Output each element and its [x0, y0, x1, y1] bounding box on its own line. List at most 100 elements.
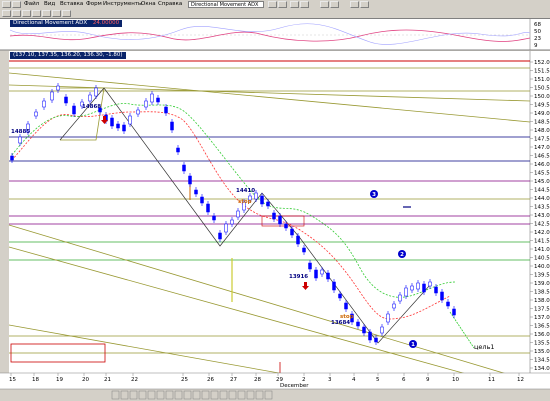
date-tick-label: 21 [104, 377, 111, 383]
price-tick-label: 143.0 [534, 213, 550, 219]
candle-body [156, 97, 160, 103]
toolbar-button-icon[interactable] [138, 390, 147, 400]
candle-body [64, 96, 68, 104]
annotation-label: 13684 [331, 320, 350, 326]
wave-number: 2 [400, 252, 404, 258]
indicator-value: 24.00000 [92, 20, 120, 26]
toolbar-button-icon[interactable] [255, 390, 264, 400]
candle-body [410, 285, 414, 291]
candle-body [356, 321, 360, 327]
toolbar-button-icon[interactable] [237, 390, 246, 400]
candle-body [128, 115, 132, 125]
price-tick-label: 134.0 [534, 366, 550, 372]
indicator-scale-1: 50 [534, 29, 541, 35]
price-tick-label: 137.0 [534, 315, 550, 321]
price-tick-label: 140.5 [534, 256, 550, 262]
candle-body [428, 281, 432, 287]
candle-body [296, 235, 300, 245]
candle-body [368, 331, 372, 341]
date-tick-label: 25 [181, 377, 188, 383]
indicator-scale-2: 23 [534, 36, 541, 42]
price-tick-label: 136.5 [534, 324, 550, 330]
toolbar-button-icon[interactable] [228, 390, 237, 400]
candle-body [278, 215, 282, 225]
date-tick-label: 3 [328, 377, 332, 383]
candle-body [170, 121, 174, 131]
candle-body [386, 313, 390, 323]
candle-body [176, 147, 180, 153]
price-tick-label: 135.0 [534, 349, 550, 355]
annotation-label: 14868 [82, 104, 101, 110]
date-tick-label: 28 [254, 377, 261, 383]
candle-body [272, 212, 276, 220]
candle-body [374, 337, 378, 343]
price-tick-label: 146.0 [534, 162, 550, 168]
date-tick-label: 12 [517, 377, 524, 383]
annotation-label: 14410 [236, 188, 255, 194]
candle-body [326, 272, 330, 280]
wave-number: 1 [411, 342, 415, 348]
date-tick-label: 6 [402, 377, 406, 383]
candle-body [362, 326, 366, 334]
candle-body [72, 105, 76, 115]
candle-body [200, 196, 204, 204]
toolbar-button-icon[interactable] [147, 390, 156, 400]
toolbar-button-icon[interactable] [165, 390, 174, 400]
candle-body [212, 215, 216, 221]
toolbar-button-icon[interactable] [264, 390, 273, 400]
indicator-scale-3: 9 [534, 43, 538, 49]
toolbar-button-icon[interactable] [129, 390, 138, 400]
annotation-label: stop [238, 199, 252, 205]
price-tick-label: 150.5 [534, 86, 550, 92]
toolbar-button-icon[interactable] [219, 390, 228, 400]
date-tick-label: 5 [376, 377, 380, 383]
candle-body [182, 164, 186, 172]
candle-body [314, 269, 318, 279]
candle-body [392, 303, 396, 309]
annotation-label: stop [340, 314, 354, 320]
date-tick-label: 19 [56, 377, 63, 383]
price-tick-label: 146.5 [534, 154, 550, 160]
price-tick-label: 142.5 [534, 222, 550, 228]
toolbar-button-icon[interactable] [156, 390, 165, 400]
bottom-toolbar [0, 389, 550, 401]
toolbar-button-icon[interactable] [111, 390, 120, 400]
candle-body [302, 247, 306, 253]
date-tick-label: 27 [230, 377, 237, 383]
price-tick-label: 138.5 [534, 290, 550, 296]
toolbar-button-icon[interactable] [192, 390, 201, 400]
date-tick-label: 18 [32, 377, 39, 383]
candle-body [308, 262, 312, 270]
candle-body [446, 301, 450, 307]
candle-body [416, 282, 420, 290]
indicator-panel-title: Directional Movement ADX 24.00000 [10, 20, 123, 27]
price-tick-label: 149.0 [534, 111, 550, 117]
toolbar-button-icon[interactable] [120, 390, 129, 400]
price-tick-label: 147.0 [534, 145, 550, 151]
candle-body [236, 210, 240, 218]
price-panel-title: (137.10, 137.35, 136.20, 136.30, -1.80) [10, 52, 126, 59]
toolbar-button-icon[interactable] [183, 390, 192, 400]
price-tick-label: 134.5 [534, 358, 550, 364]
indicator-scale-0: 68 [534, 22, 541, 28]
price-header: (137.10, 137.35, 136.20, 136.30, -1.80) [13, 52, 123, 58]
price-tick-label: 144.0 [534, 196, 550, 202]
toolbar-button-icon[interactable] [246, 390, 255, 400]
candle-body [266, 201, 270, 207]
annotation-label: 13916 [289, 274, 308, 280]
price-tick-label: 138.0 [534, 298, 550, 304]
candle-body [422, 283, 426, 293]
candle-body [88, 94, 92, 102]
price-tick-label: 144.5 [534, 188, 550, 194]
date-tick-label: 9 [426, 377, 430, 383]
toolbar-button-icon[interactable] [201, 390, 210, 400]
candle-body [260, 195, 264, 205]
price-tick-label: 150.0 [534, 94, 550, 100]
candle-body [380, 326, 384, 334]
date-tick-label: 20 [82, 377, 89, 383]
toolbar-button-icon[interactable] [210, 390, 219, 400]
toolbar-button-icon[interactable] [174, 390, 183, 400]
candle-body [18, 136, 22, 144]
candle-body [230, 219, 234, 225]
candle-body [440, 291, 444, 301]
